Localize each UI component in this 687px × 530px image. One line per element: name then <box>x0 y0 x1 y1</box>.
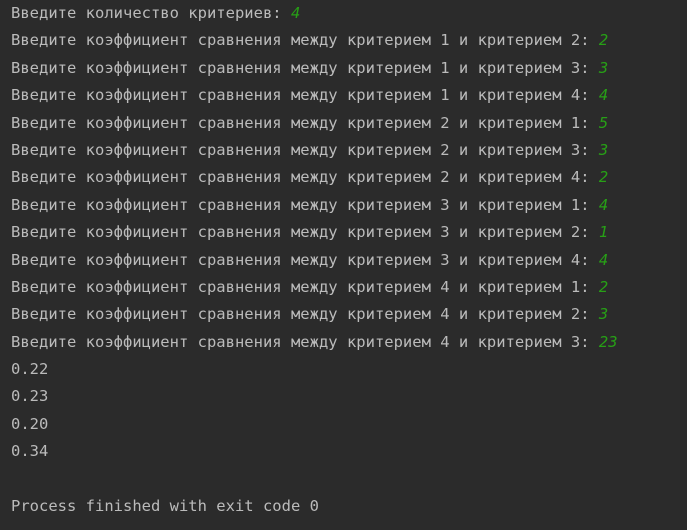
user-input-value: 5 <box>598 113 609 132</box>
exit-message: Process finished with exit code 0 <box>11 497 319 516</box>
prompt-line: Введите коэффициент сравнения между крит… <box>11 329 687 356</box>
result-value: 0.22 <box>11 360 49 379</box>
prompt-text: Введите коэффициент сравнения между крит… <box>11 277 599 296</box>
prompt-line: Введите коэффициент сравнения между крит… <box>11 247 687 274</box>
prompt-text: Введите коэффициент сравнения между крит… <box>11 86 599 105</box>
user-input-value: 3 <box>598 305 609 324</box>
user-input-value: 4 <box>290 4 301 22</box>
user-input-value: 3 <box>598 58 609 77</box>
user-input-value: 3 <box>598 140 609 159</box>
prompt-text: Введите количество критериев: <box>11 4 291 22</box>
result-list: 0.22 0.23 0.20 0.34 <box>11 356 687 466</box>
user-input-value: 4 <box>598 250 609 269</box>
prompt-line: Введите коэффициент сравнения между крит… <box>11 301 687 328</box>
prompt-text: Введите коэффициент сравнения между крит… <box>11 250 599 269</box>
prompt-line: Введите коэффициент сравнения между крит… <box>11 27 687 54</box>
prompt-line: Введите коэффициент сравнения между крит… <box>11 164 687 191</box>
user-input-value: 2 <box>598 168 609 187</box>
prompt-text: Введите коэффициент сравнения между крит… <box>11 305 599 324</box>
console-output: Введите количество критериев: 4 Введите … <box>0 0 687 530</box>
prompt-line: Введите коэффициент сравнения между крит… <box>11 137 687 164</box>
prompt-text: Введите коэффициент сравнения между крит… <box>11 31 599 50</box>
prompt-list: Введите количество критериев: 4 Введите … <box>11 0 687 356</box>
user-input-value: 2 <box>598 277 609 296</box>
result-value: 0.34 <box>11 442 49 461</box>
prompt-line: Введите количество критериев: 4 <box>11 0 687 27</box>
user-input-value: 1 <box>598 223 609 242</box>
prompt-text: Введите коэффициент сравнения между крит… <box>11 168 599 187</box>
prompt-line: Введите коэффициент сравнения между крит… <box>11 55 687 82</box>
prompt-line: Введите коэффициент сравнения между крит… <box>11 82 687 109</box>
user-input-value: 23 <box>598 332 618 351</box>
result-value: 0.23 <box>11 387 49 406</box>
prompt-text: Введите коэффициент сравнения между крит… <box>11 195 599 214</box>
prompt-line: Введите коэффициент сравнения между крит… <box>11 274 687 301</box>
user-input-value: 4 <box>598 195 609 214</box>
prompt-line: Введите коэффициент сравнения между крит… <box>11 110 687 137</box>
prompt-text: Введите коэффициент сравнения между крит… <box>11 113 599 132</box>
result-value: 0.20 <box>11 414 49 433</box>
prompt-text: Введите коэффициент сравнения между крит… <box>11 332 599 351</box>
prompt-line: Введите коэффициент сравнения между крит… <box>11 219 687 246</box>
prompt-text: Введите коэффициент сравнения между крит… <box>11 140 599 159</box>
user-input-value: 4 <box>598 86 609 105</box>
prompt-text: Введите коэффициент сравнения между крит… <box>11 223 599 242</box>
prompt-text: Введите коэффициент сравнения между крит… <box>11 58 599 77</box>
user-input-value: 2 <box>598 31 609 50</box>
prompt-line: Введите коэффициент сравнения между крит… <box>11 192 687 219</box>
